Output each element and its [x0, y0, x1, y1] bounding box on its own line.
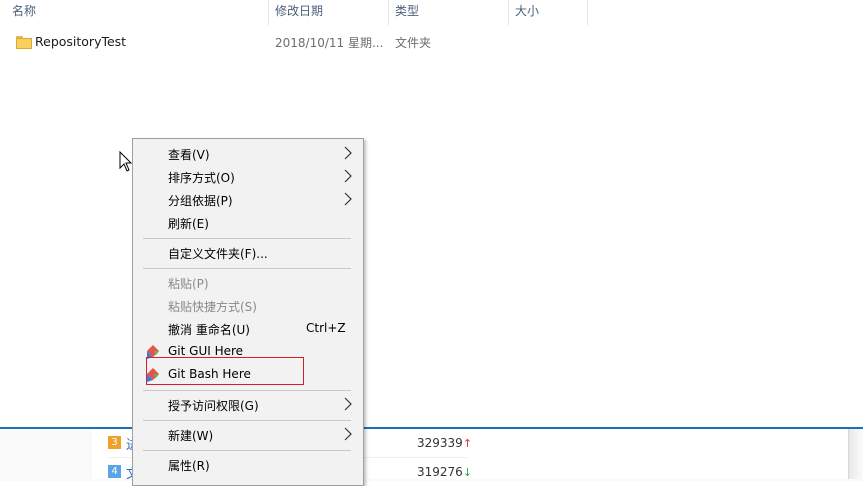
- column-size[interactable]: 大小: [508, 0, 588, 25]
- sort-up-icon: ⌃: [136, 0, 144, 4]
- menu-item-customize-folder[interactable]: 自定义文件夹(F)...: [135, 242, 361, 264]
- column-name-label: 名称: [12, 4, 37, 18]
- menu-separator: [143, 450, 351, 451]
- menu-item-view[interactable]: 查看(V): [135, 143, 361, 165]
- chevron-right-icon: [344, 397, 352, 411]
- menu-separator: [143, 390, 351, 391]
- mouse-cursor-icon: [119, 151, 133, 172]
- file-row[interactable]: RepositoryTest 2018/10/11 星期... 文件夹: [10, 31, 450, 53]
- column-size-label: 大小: [515, 4, 540, 18]
- menu-item-label: 粘贴快捷方式(S): [168, 300, 257, 314]
- chevron-right-icon: [344, 169, 352, 183]
- menu-item-new[interactable]: 新建(W): [135, 424, 361, 446]
- menu-item-properties[interactable]: 属性(R): [135, 454, 361, 476]
- menu-separator: [143, 268, 351, 269]
- menu-item-group-by[interactable]: 分组依据(P): [135, 189, 361, 211]
- menu-separator: [143, 420, 351, 421]
- column-header: 名称 ⌃ 修改日期 类型 大小: [0, 0, 863, 25]
- menu-item-label: 刷新(E): [168, 217, 209, 231]
- scrollbar[interactable]: [848, 429, 863, 479]
- file-name: RepositoryTest: [35, 34, 127, 49]
- menu-separator: [143, 238, 351, 239]
- list-item-count: 329339↑: [417, 436, 473, 450]
- trend-down-icon: ↓: [462, 466, 473, 479]
- menu-item-give-access[interactable]: 授予访问权限(G): [135, 394, 361, 416]
- menu-item-refresh[interactable]: 刷新(E): [135, 212, 361, 234]
- column-modified-label: 修改日期: [275, 4, 324, 18]
- column-modified[interactable]: 修改日期: [268, 0, 388, 25]
- menu-item-label: 新建(W): [168, 429, 214, 443]
- menu-item-label: 分组依据(P): [168, 194, 233, 208]
- list-item-count: 319276↓: [417, 465, 473, 479]
- menu-item-paste: 粘贴(P): [135, 272, 361, 294]
- menu-item-shortcut: Ctrl+Z: [306, 321, 346, 335]
- menu-item-label: 属性(R): [168, 459, 210, 473]
- menu-item-label: 撤消 重命名(U): [168, 323, 250, 337]
- menu-item-label: 查看(V): [168, 148, 210, 162]
- menu-item-undo-rename[interactable]: 撤消 重命名(U) Ctrl+Z: [135, 318, 361, 340]
- menu-item-sort-by[interactable]: 排序方式(O): [135, 166, 361, 188]
- rank-badge: 4: [108, 465, 121, 478]
- file-modified: 2018/10/11 星期...: [275, 36, 384, 50]
- menu-item-label: Git GUI Here: [168, 344, 244, 358]
- menu-item-paste-shortcut: 粘贴快捷方式(S): [135, 295, 361, 317]
- highlight-box: [146, 357, 304, 385]
- menu-item-label: 排序方式(O): [168, 171, 235, 185]
- chevron-right-icon: [344, 146, 352, 160]
- column-type-label: 类型: [395, 4, 420, 18]
- menu-item-label: 自定义文件夹(F)...: [168, 247, 268, 261]
- context-menu: 查看(V) 排序方式(O) 分组依据(P) 刷新(E) 自定义文件夹(F)...…: [132, 138, 364, 486]
- chevron-right-icon: [344, 192, 352, 206]
- chevron-right-icon: [344, 427, 352, 441]
- column-type[interactable]: 类型: [388, 0, 508, 25]
- menu-item-label: 粘贴(P): [168, 277, 209, 291]
- file-type: 文件夹: [395, 36, 432, 50]
- menu-item-label: 授予访问权限(G): [168, 399, 259, 413]
- trend-up-icon: ↑: [462, 437, 473, 450]
- folder-icon: [16, 35, 32, 49]
- rank-badge: 3: [108, 436, 121, 449]
